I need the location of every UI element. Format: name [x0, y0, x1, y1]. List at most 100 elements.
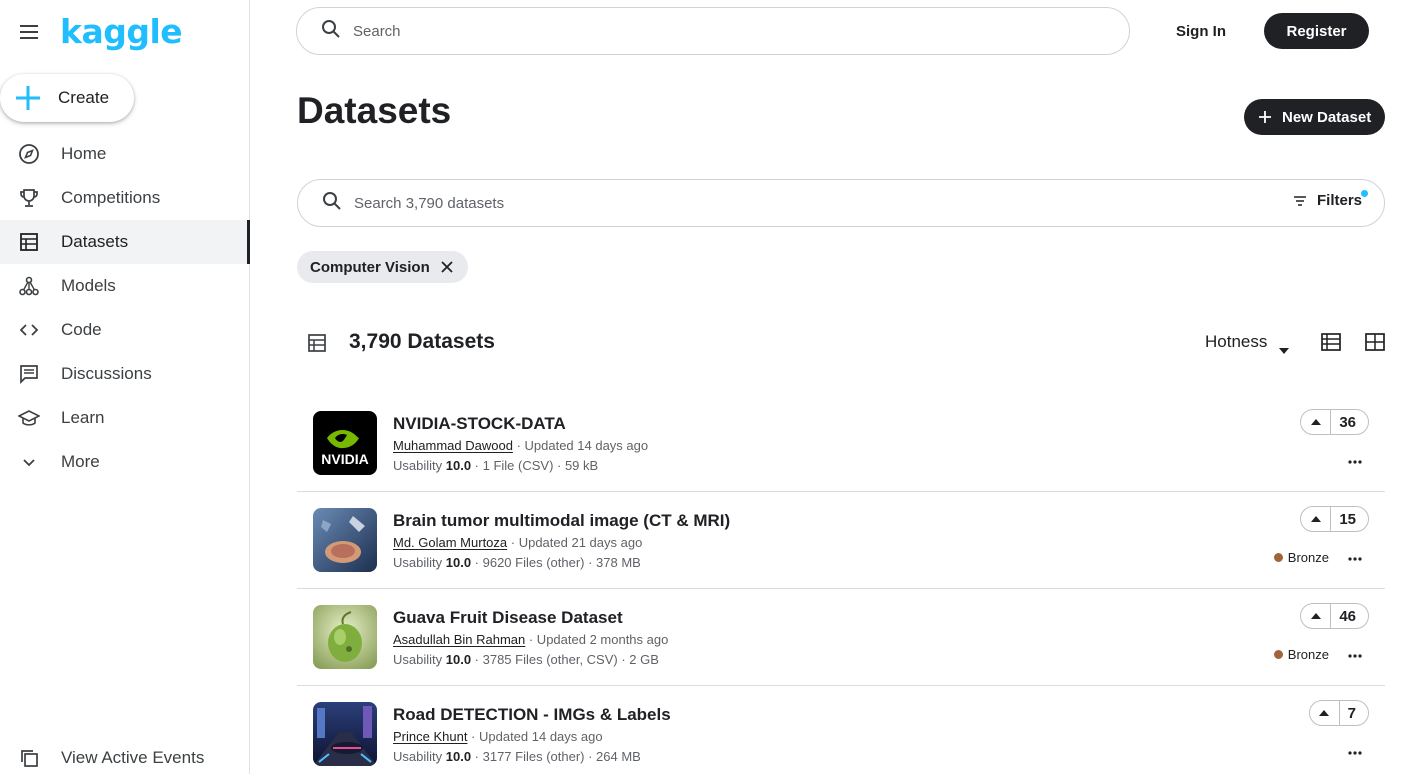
- dataset-title[interactable]: Brain tumor multimodal image (CT & MRI): [393, 511, 730, 531]
- plus-icon: [1258, 110, 1272, 124]
- usability-score: 10.0: [445, 555, 472, 570]
- dataset-title[interactable]: NVIDIA-STOCK-DATA: [393, 414, 566, 434]
- dataset-search[interactable]: Filters: [297, 179, 1385, 227]
- dataset-thumbnail[interactable]: [313, 702, 377, 766]
- results-header: 3,790 Datasets Hotness: [297, 326, 1385, 360]
- sort-dropdown[interactable]: Hotness: [1205, 332, 1290, 354]
- sidebar-item-learn[interactable]: Learn: [0, 396, 250, 440]
- chevron-down-icon: [18, 451, 40, 473]
- sidebar-item-competitions[interactable]: Competitions: [0, 176, 250, 220]
- dataset-details: · 1 File (CSV) · 59 kB: [471, 458, 599, 473]
- dataset-thumbnail[interactable]: [313, 605, 377, 669]
- sidebar-item-label: More: [61, 452, 100, 471]
- search-icon: [321, 19, 341, 44]
- filter-chip-computer-vision[interactable]: Computer Vision: [297, 251, 468, 283]
- upvote-button[interactable]: [1301, 604, 1332, 628]
- list-view-icon[interactable]: [1321, 333, 1341, 351]
- sidebar-item-datasets[interactable]: Datasets: [0, 220, 250, 264]
- kaggle-logo[interactable]: kaggle: [60, 12, 183, 51]
- upvote-control: 7: [1308, 700, 1369, 726]
- more-options-icon[interactable]: [1345, 455, 1365, 469]
- vote-count: 15: [1339, 510, 1356, 528]
- dataset-updated: · Updated 21 days ago: [507, 535, 643, 550]
- medal-label: Bronze: [1287, 550, 1329, 565]
- dataset-row[interactable]: NVIDIA NVIDIA-STOCK-DATA Muhammad Dawood…: [297, 395, 1385, 492]
- view-active-events-label: View Active Events: [61, 748, 205, 767]
- dataset-author[interactable]: Asadullah Bin Rahman: [393, 632, 525, 647]
- sidebar-item-models[interactable]: Models: [0, 264, 250, 308]
- results-count: 3,790 Datasets: [349, 330, 495, 353]
- dataset-details: · 3785 Files (other, CSV) · 2 GB: [471, 652, 659, 667]
- models-icon: [18, 275, 40, 297]
- upvote-control: 15: [1300, 506, 1369, 532]
- medal-label: Bronze: [1287, 647, 1329, 662]
- usability-label: Usability: [393, 555, 446, 570]
- usability-score: 10.0: [445, 458, 472, 473]
- sidebar-item-discussions[interactable]: Discussions: [0, 352, 250, 396]
- sidebar-item-label: Learn: [61, 408, 105, 427]
- page-title: Datasets: [297, 90, 452, 131]
- more-options-icon[interactable]: [1345, 552, 1365, 566]
- grid-view-icon[interactable]: [1365, 333, 1385, 351]
- sidebar-item-label: Models: [61, 276, 116, 295]
- usability-label: Usability: [393, 458, 446, 473]
- new-dataset-button[interactable]: New Dataset: [1244, 99, 1385, 135]
- dataset-details: · 3177 Files (other) · 264 MB: [471, 749, 641, 764]
- upvote-button[interactable]: [1310, 701, 1340, 725]
- dataset-author-line: Md. Golam Murtoza · Updated 21 days ago: [393, 535, 642, 550]
- more-options-icon[interactable]: [1345, 649, 1365, 663]
- medal-badge: Bronze: [1273, 550, 1329, 565]
- compass-icon: [18, 143, 40, 165]
- sidebar-item-label: Datasets: [61, 232, 129, 251]
- caret-down-icon: [1279, 339, 1290, 354]
- create-button[interactable]: Create: [0, 74, 134, 122]
- dataset-details-line: Usability 10.0 · 3177 Files (other) · 26…: [393, 749, 641, 764]
- table-icon: [307, 333, 327, 353]
- dataset-details: · 9620 Files (other) · 378 MB: [471, 555, 641, 570]
- upvote-button[interactable]: [1301, 507, 1332, 531]
- bronze-medal-icon: [1273, 650, 1283, 659]
- dataset-thumbnail[interactable]: NVIDIA: [313, 411, 377, 475]
- dataset-updated: · Updated 14 days ago: [512, 438, 649, 453]
- global-search[interactable]: [296, 7, 1130, 55]
- dataset-row[interactable]: Brain tumor multimodal image (CT & MRI) …: [297, 492, 1385, 589]
- sign-in-button[interactable]: Sign In: [1166, 14, 1236, 48]
- sidebar-item-code[interactable]: Code: [0, 308, 250, 352]
- close-icon[interactable]: [440, 260, 454, 274]
- sidebar-item-label: Home: [61, 144, 107, 163]
- filters-button[interactable]: Filters: [1292, 190, 1368, 209]
- register-button[interactable]: Register: [1264, 13, 1369, 49]
- vote-count: 36: [1339, 413, 1356, 431]
- dataset-title[interactable]: Road DETECTION - IMGs & Labels: [393, 705, 671, 725]
- sidebar-item-home[interactable]: Home: [0, 132, 250, 176]
- vote-count: 7: [1347, 704, 1356, 722]
- filters-active-dot: [1361, 190, 1368, 197]
- copy-icon: [18, 747, 40, 769]
- sidebar-item-label: Code: [61, 320, 102, 339]
- upvote-control: 36: [1300, 409, 1369, 435]
- dataset-title[interactable]: Guava Fruit Disease Dataset: [393, 608, 623, 628]
- upvote-button[interactable]: [1301, 410, 1332, 434]
- global-search-input[interactable]: [353, 22, 1053, 40]
- dataset-details-line: Usability 10.0 · 1 File (CSV) · 59 kB: [393, 458, 598, 473]
- new-dataset-label: New Dataset: [1282, 108, 1372, 126]
- dataset-author[interactable]: Prince Khunt: [393, 729, 467, 744]
- menu-icon[interactable]: [17, 20, 41, 44]
- dataset-thumbnail[interactable]: [313, 508, 377, 572]
- usability-score: 10.0: [445, 652, 472, 667]
- svg-text:NVIDIA: NVIDIA: [321, 451, 368, 467]
- view-active-events[interactable]: View Active Events: [0, 736, 250, 774]
- medal-badge: Bronze: [1273, 647, 1329, 662]
- dataset-author[interactable]: Muhammad Dawood: [393, 438, 513, 453]
- dataset-author[interactable]: Md. Golam Murtoza: [393, 535, 507, 550]
- upvote-control: 46: [1300, 603, 1369, 629]
- dataset-details-line: Usability 10.0 · 9620 Files (other) · 37…: [393, 555, 641, 570]
- sidebar-item-label: Discussions: [61, 364, 152, 383]
- dataset-row[interactable]: Road DETECTION - IMGs & Labels Prince Kh…: [297, 686, 1385, 774]
- sidebar-item-more[interactable]: More: [0, 440, 250, 484]
- dataset-search-input[interactable]: [354, 194, 1254, 212]
- more-options-icon[interactable]: [1345, 746, 1365, 760]
- dataset-row[interactable]: Guava Fruit Disease Dataset Asadullah Bi…: [297, 589, 1385, 686]
- usability-score: 10.0: [445, 749, 472, 764]
- dataset-updated: · Updated 2 months ago: [525, 632, 669, 647]
